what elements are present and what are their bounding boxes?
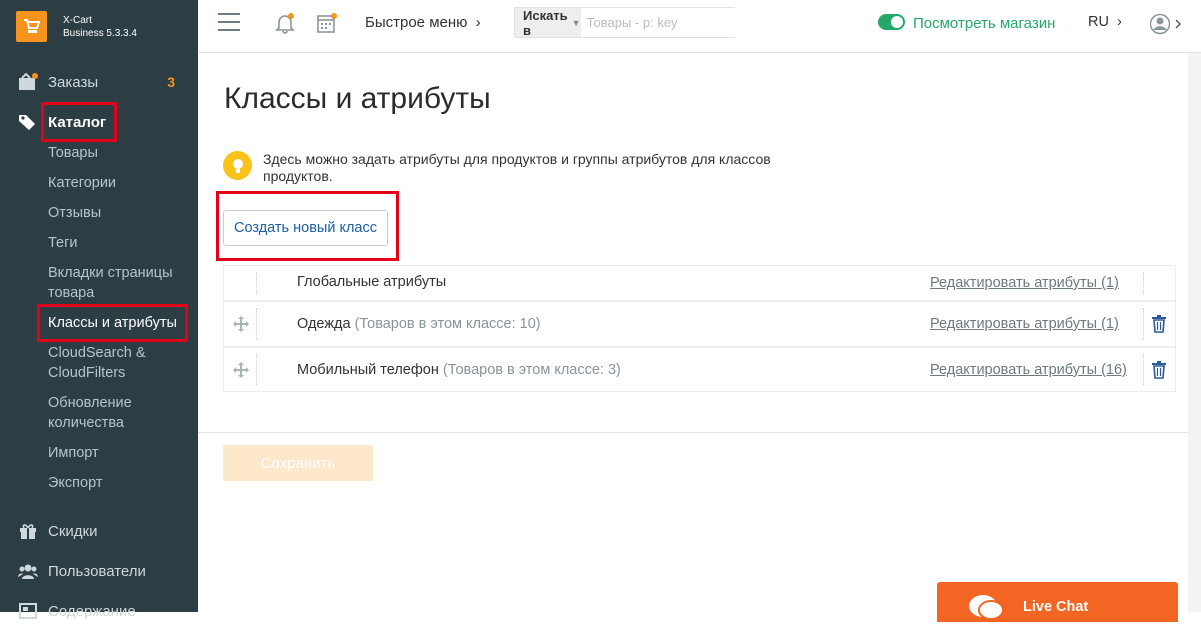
create-new-class-button[interactable]: Создать новый класс	[223, 210, 388, 246]
edit-attributes-link[interactable]: Редактировать атрибуты (16)	[930, 362, 1127, 378]
sidebar-item-users[interactable]: Пользователи	[0, 553, 198, 589]
caret-down-icon: ▼	[571, 17, 581, 28]
sidebar-item-label: Заказы	[48, 73, 99, 91]
logo-row[interactable]: X-Cart Business 5.3.3.4	[0, 0, 198, 53]
language-label: RU	[1088, 14, 1109, 30]
chat-bubble-icon	[967, 592, 1007, 627]
sidebar-item-label: Скидки	[48, 522, 98, 540]
trash-icon[interactable]	[1151, 315, 1167, 338]
sidebar-item-content[interactable]: Содержание	[0, 593, 198, 629]
class-name: Глобальные атрибуты	[297, 274, 447, 290]
logo-icon	[16, 11, 47, 42]
sidebar-item-discounts[interactable]: Скидки	[0, 513, 198, 549]
edit-attributes-link[interactable]: Редактировать атрибуты (1)	[930, 275, 1119, 291]
hamburger-menu-icon[interactable]	[218, 13, 240, 31]
users-icon	[18, 561, 38, 581]
sidebar-item-products[interactable]: Товары	[48, 143, 188, 163]
sidebar-item-cloudsearch[interactable]: CloudSearch & CloudFilters	[48, 343, 188, 383]
sidebar-item-categories[interactable]: Категории	[48, 173, 188, 193]
logo-line2: Business 5.3.3.4	[63, 27, 137, 39]
view-store-link[interactable]: Посмотреть магазин	[913, 15, 1055, 32]
column-separator	[1143, 272, 1144, 294]
class-product-count: (Товаров в этом классе: 10)	[354, 316, 541, 332]
language-selector[interactable]: RU ›	[1088, 14, 1122, 30]
sidebar-item-import[interactable]: Импорт	[48, 443, 188, 463]
column-separator	[1143, 308, 1144, 340]
logo-text: X-Cart Business 5.3.3.4	[63, 14, 137, 40]
column-separator	[256, 272, 257, 294]
live-chat-widget[interactable]: Live Chat	[937, 582, 1178, 622]
store-visibility-toggle[interactable]	[878, 14, 905, 30]
sidebar-item-export[interactable]: Экспорт	[48, 473, 188, 493]
class-title: Мобильный телефон	[297, 362, 439, 378]
divider	[198, 432, 1201, 433]
top-header: Быстрое меню › Искать в ▼ Посмотреть маг…	[198, 0, 1201, 53]
live-chat-label: Live Chat	[1023, 599, 1089, 615]
notification-dot	[288, 13, 294, 19]
table-row: Одежда (Товаров в этом классе: 10) Редак…	[223, 301, 1176, 347]
orders-icon	[18, 72, 38, 92]
user-menu[interactable]	[1149, 13, 1184, 40]
chevron-right-icon: ›	[475, 14, 481, 31]
page-title: Классы и атрибуты	[224, 82, 491, 115]
sidebar-item-reviews[interactable]: Отзывы	[48, 203, 188, 223]
trash-icon[interactable]	[1151, 361, 1167, 384]
notification-dot	[331, 13, 337, 19]
quick-menu[interactable]: Быстрое меню ›	[365, 14, 481, 31]
move-handle-icon[interactable]	[232, 361, 250, 384]
search-scope-dropdown[interactable]: Искать в ▼	[515, 7, 581, 38]
sidebar-item-label: Содержание	[48, 602, 136, 620]
search-bar: Искать в ▼	[514, 7, 763, 38]
tags-icon	[18, 112, 38, 132]
chevron-right-icon: ›	[1116, 14, 1122, 30]
help-text: Здесь можно задать атрибуты для продукто…	[263, 151, 771, 184]
class-name: Одежда (Товаров в этом классе: 10)	[297, 316, 541, 332]
sidebar-item-product-tabs[interactable]: Вкладки страницы товара	[48, 263, 188, 303]
scrollbar[interactable]	[1188, 53, 1201, 612]
quick-menu-label: Быстрое меню	[365, 14, 468, 31]
edit-attributes-link[interactable]: Редактировать атрибуты (1)	[930, 316, 1119, 332]
logo-line1: X-Cart	[63, 14, 92, 26]
highlight-classes-attributes	[37, 304, 188, 342]
column-separator	[256, 308, 257, 340]
move-handle-icon[interactable]	[232, 315, 250, 338]
highlight-catalog	[41, 102, 117, 142]
sidebar-item-orders[interactable]: Заказы 3	[0, 64, 198, 100]
orders-count-badge: 3	[167, 74, 175, 90]
class-product-count: (Товаров в этом классе: 3)	[442, 362, 621, 378]
bell-icon[interactable]	[274, 12, 296, 39]
sidebar-item-tags[interactable]: Теги	[48, 233, 188, 253]
sidebar: X-Cart Business 5.3.3.4 Заказы 3 Каталог…	[0, 0, 198, 620]
save-button[interactable]: Сохранить	[223, 445, 373, 481]
calendar-icon[interactable]	[316, 12, 338, 39]
sidebar-item-quantity-update[interactable]: Обновление количества	[48, 393, 188, 433]
class-name: Мобильный телефон (Товаров в этом классе…	[297, 362, 621, 378]
lightbulb-icon	[223, 151, 252, 180]
table-row: Глобальные атрибуты Редактировать атрибу…	[223, 265, 1176, 301]
sidebar-item-label: Пользователи	[48, 562, 146, 580]
class-title: Одежда	[297, 316, 351, 332]
search-input[interactable]	[580, 8, 763, 37]
table-row: Мобильный телефон (Товаров в этом классе…	[223, 347, 1176, 392]
gift-icon	[18, 521, 38, 541]
search-scope-label: Искать в	[523, 7, 568, 38]
column-separator	[1143, 354, 1144, 385]
column-separator	[256, 354, 257, 385]
content-icon	[18, 601, 38, 621]
